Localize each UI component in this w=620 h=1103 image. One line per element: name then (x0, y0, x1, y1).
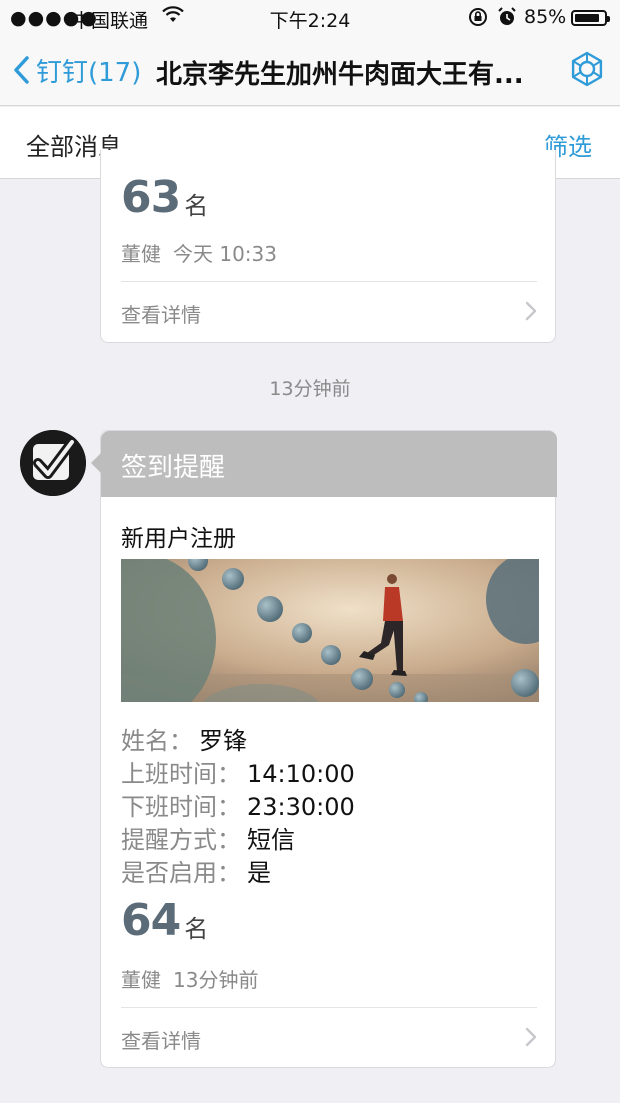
field-value: 罗锋 (199, 727, 247, 755)
field-row: 上班时间： 14:10:00 (121, 754, 355, 788)
page-title: 北京李先生加州牛肉面大王有... (156, 60, 524, 90)
field-row: 提醒方式： 短信 (121, 820, 355, 854)
rotation-lock-icon (467, 6, 489, 33)
rank: 63 名 (121, 172, 209, 223)
message-card: 签到提醒 新用户注册 姓名： 罗锋 上班时间： 14:10:00 下班时间： 2… (91, 430, 557, 1068)
card-header: 签到提醒 (101, 431, 557, 497)
rank-number: 63 (121, 172, 181, 223)
back-label: 钉钉(17) (36, 57, 142, 88)
field-key: 是否启用： (121, 859, 241, 887)
view-details-label: 查看详情 (121, 303, 201, 327)
divider (121, 281, 537, 282)
back-button[interactable]: 钉钉(17) (12, 52, 141, 88)
field-key: 上班时间： (121, 760, 241, 788)
field-row: 是否启用：是 (121, 853, 355, 887)
chevron-left-icon (14, 56, 29, 84)
message-meta: 董健 今天 10:33 (121, 238, 277, 267)
status-bar: ●●●●● 中国联通 下午2:24 85% (0, 0, 620, 36)
battery-percent: 85% (524, 6, 567, 28)
message-time: 今天 10:33 (173, 242, 277, 266)
gear-icon (571, 51, 603, 87)
field-value: 23:30:00 (247, 793, 355, 821)
field-list: 姓名： 罗锋 上班时间： 14:10:00 下班时间： 23:30:00 提醒方式：短… (121, 721, 355, 887)
settings-button[interactable] (568, 50, 606, 92)
view-details-link[interactable]: 查看详情 (121, 1017, 537, 1057)
field-key: 姓名： (121, 727, 193, 755)
navigation-bar: 钉钉(17) 北京李先生加州牛肉面大王有... (0, 40, 620, 100)
field-value: 是 (247, 859, 271, 887)
rank-unit: 名 (184, 192, 209, 220)
message-card: 63 名 董健 今天 10:33 查看详情 (100, 150, 556, 343)
banner-image (121, 559, 539, 702)
chevron-right-icon (525, 1027, 537, 1052)
rank-unit: 名 (184, 915, 209, 943)
bubble-pointer (91, 453, 101, 473)
divider (121, 1007, 537, 1008)
chevron-right-icon (525, 301, 537, 326)
field-value: 14:10:00 (247, 760, 355, 788)
rank-number: 64 (121, 895, 181, 946)
field-key: 下班时间： (121, 793, 241, 821)
message-meta: 董健 13分钟前 (121, 964, 258, 993)
battery-icon (571, 10, 610, 26)
time-separator: 13分钟前 (269, 378, 351, 400)
field-value: 短信 (247, 826, 295, 854)
sender-name: 董健 (121, 968, 161, 992)
view-details-label: 查看详情 (121, 1029, 201, 1053)
field-key: 提醒方式： (121, 826, 241, 854)
top-bar: ●●●●● 中国联通 下午2:24 85% 钉钉(17) 北京李先生加州牛肉面大… (0, 0, 620, 106)
avatar[interactable] (20, 430, 86, 496)
field-row: 下班时间： 23:30:00 (121, 787, 355, 821)
checkmark-icon (20, 430, 86, 496)
alarm-icon (497, 6, 517, 33)
message-time: 13分钟前 (173, 968, 259, 992)
field-row: 姓名： 罗锋 (121, 721, 355, 755)
rank: 64 名 (121, 895, 209, 946)
sender-name: 董健 (121, 242, 161, 266)
card-subtitle: 新用户注册 (121, 526, 236, 552)
card-header-title: 签到提醒 (121, 453, 226, 483)
view-details-link[interactable]: 查看详情 (121, 291, 537, 331)
